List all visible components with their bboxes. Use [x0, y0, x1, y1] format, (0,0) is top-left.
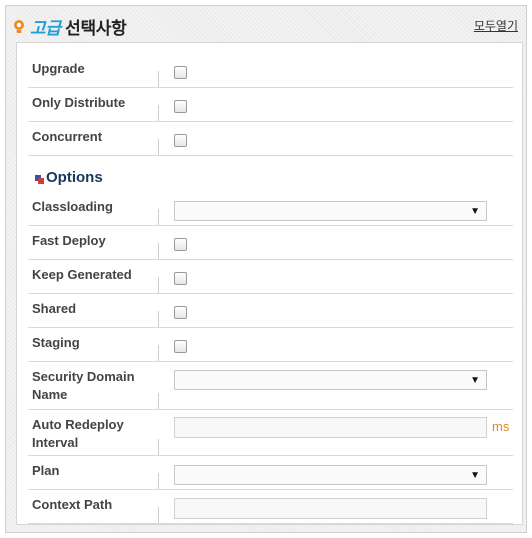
field-row-concurrent: Concurrent [28, 122, 513, 156]
divider [158, 243, 159, 259]
field-row-plan: Plan ▼ [28, 456, 513, 490]
triangle-down-icon: ▼ [470, 206, 480, 217]
divider [158, 139, 159, 155]
field-label: Concurrent [32, 129, 103, 144]
shared-checkbox[interactable] [174, 306, 187, 319]
divider [158, 507, 159, 523]
field-label: Shared [32, 301, 77, 316]
bulb-icon [13, 20, 25, 34]
field-label: Only Distribute [32, 95, 126, 110]
options-title-text: Options [46, 169, 103, 186]
context-path-input[interactable] [174, 498, 487, 519]
field-row-context-path: Context Path [28, 490, 513, 524]
panel-header: 고급 선택사항 모두열기 [6, 6, 526, 42]
field-label: Auto Redeploy Interval [32, 417, 124, 450]
upgrade-checkbox[interactable] [174, 66, 187, 79]
field-label: Upgrade [32, 61, 85, 76]
divider [158, 209, 159, 225]
divider [158, 311, 159, 327]
field-row-upgrade: Upgrade [28, 54, 513, 88]
field-label: Staging [32, 335, 80, 350]
field-row-only-distribute: Only Distribute [28, 88, 513, 122]
divider [158, 439, 159, 455]
security-domain-name-select[interactable]: ▼ [174, 370, 487, 390]
field-label: Security Domain Name [32, 369, 135, 402]
triangle-down-icon: ▼ [470, 470, 480, 481]
triangle-down-icon: ▼ [470, 375, 480, 386]
divider [158, 393, 159, 409]
field-row-staging: Staging [28, 328, 513, 362]
field-row-keep-generated: Keep Generated [28, 260, 513, 294]
title-main: 선택사항 [65, 19, 127, 38]
field-label: Context Path [32, 497, 113, 512]
title-accent: 고급 [30, 19, 61, 38]
squares-icon [35, 172, 45, 184]
field-row-classloading: Classloading ▼ [28, 192, 513, 226]
divider [158, 105, 159, 121]
classloading-select[interactable]: ▼ [174, 201, 487, 221]
field-label: Plan [32, 463, 60, 478]
plan-select[interactable]: ▼ [174, 465, 487, 485]
field-row-security-domain-name: Security Domain Name ▼ [28, 362, 513, 410]
divider [158, 277, 159, 293]
field-label: Keep Generated [32, 267, 132, 282]
fast-deploy-checkbox[interactable] [174, 238, 187, 251]
divider [158, 473, 159, 489]
advanced-options-panel: 고급 선택사항 모두열기 Upgrade Only Distribute Con… [5, 5, 527, 533]
auto-redeploy-interval-input[interactable] [174, 417, 487, 438]
options-form: Upgrade Only Distribute Concurrent Optio… [16, 42, 523, 525]
field-row-fast-deploy: Fast Deploy [28, 226, 513, 260]
expand-all-link[interactable]: 모두열기 [474, 17, 518, 34]
field-row-auto-redeploy-interval: Auto Redeploy Interval ms [28, 410, 513, 456]
divider [158, 345, 159, 361]
concurrent-checkbox[interactable] [174, 134, 187, 147]
only-distribute-checkbox[interactable] [174, 100, 187, 113]
field-label: Fast Deploy [32, 233, 106, 248]
panel-title: 고급 선택사항 [30, 14, 127, 39]
field-label: Classloading [32, 199, 113, 214]
keep-generated-checkbox[interactable] [174, 272, 187, 285]
field-row-shared: Shared [28, 294, 513, 328]
divider [158, 71, 159, 87]
staging-checkbox[interactable] [174, 340, 187, 353]
interval-unit: ms [492, 419, 510, 434]
